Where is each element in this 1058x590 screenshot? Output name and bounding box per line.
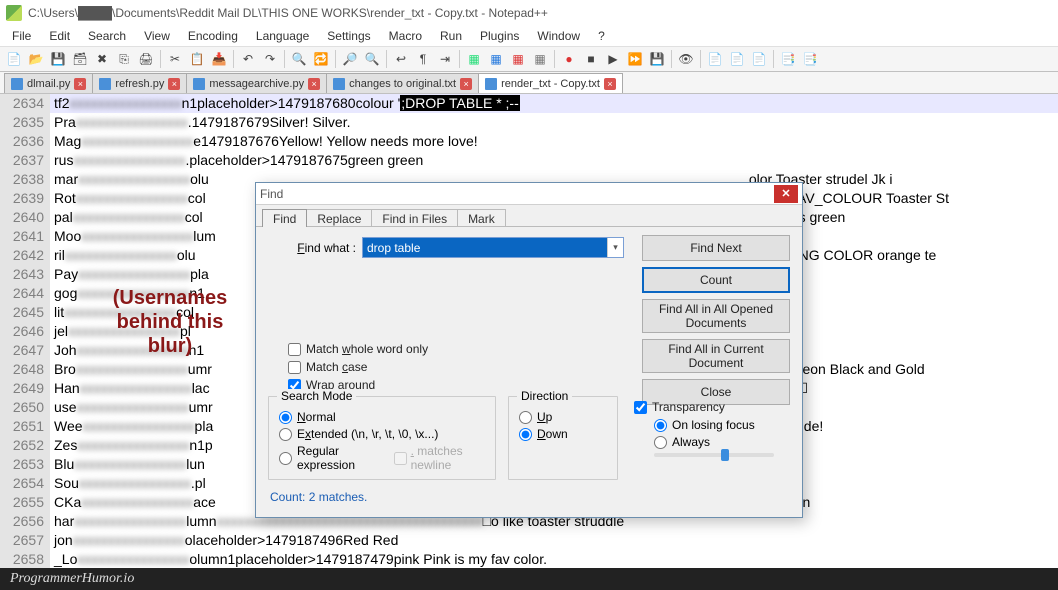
- find-dialog-title: Find ✕: [256, 183, 802, 205]
- matches-newline-checkbox: . matches newline: [394, 444, 485, 472]
- print-icon[interactable]: 🖨: [136, 49, 156, 69]
- file-icon: [485, 78, 497, 90]
- menu-language[interactable]: Language: [248, 27, 317, 45]
- open-icon[interactable]: 📂: [26, 49, 46, 69]
- find-tabs: FindReplaceFind in FilesMark: [256, 205, 802, 227]
- file-icon: [193, 78, 205, 90]
- find-next-button[interactable]: Find Next: [642, 235, 790, 261]
- undo-icon[interactable]: ↶: [238, 49, 258, 69]
- mode-normal-radio[interactable]: Normal: [279, 410, 485, 424]
- find-icon[interactable]: 🔍: [289, 49, 309, 69]
- mode-extended-radio[interactable]: Extended (\n, \r, \t, \0, \x...): [279, 427, 485, 441]
- chevron-down-icon[interactable]: ▾: [607, 238, 623, 257]
- file-tab[interactable]: messagearchive.py×: [186, 73, 327, 93]
- redo-icon[interactable]: ↷: [260, 49, 280, 69]
- macro-save-icon[interactable]: 💾: [647, 49, 667, 69]
- menu-macro[interactable]: Macro: [381, 27, 430, 45]
- trans-always-radio[interactable]: Always: [654, 435, 782, 449]
- direction-up-radio[interactable]: Up: [519, 410, 607, 424]
- menu-encoding[interactable]: Encoding: [180, 27, 246, 45]
- indent1-icon[interactable]: ▦: [464, 49, 484, 69]
- transparency-group: Transparency On losing focus Always: [628, 396, 788, 480]
- zoomin-icon[interactable]: 🔎: [340, 49, 360, 69]
- close-icon[interactable]: ×: [168, 78, 180, 90]
- save-icon[interactable]: 💾: [48, 49, 68, 69]
- macro-rec-icon[interactable]: ●: [559, 49, 579, 69]
- find-tab-find-in-files[interactable]: Find in Files: [371, 209, 458, 227]
- close-icon[interactable]: ×: [74, 78, 86, 90]
- doc1-icon[interactable]: 📄: [705, 49, 725, 69]
- watermark: ProgrammerHumor.io: [0, 568, 1058, 590]
- find-tab-mark[interactable]: Mark: [457, 209, 506, 227]
- menubar: FileEditSearchViewEncodingLanguageSettin…: [0, 26, 1058, 46]
- doc5-icon[interactable]: 📑: [800, 49, 820, 69]
- toolbar: 📄 📂 💾 🗃 ✖ ⎘ 🖨 ✂ 📋 📥 ↶ ↷ 🔍 🔁 🔎 🔍 ↩ ¶ ⇥ ▦ …: [0, 46, 1058, 72]
- menu-edit[interactable]: Edit: [41, 27, 78, 45]
- find-what-input[interactable]: drop table ▾: [362, 237, 624, 258]
- cut-icon[interactable]: ✂: [165, 49, 185, 69]
- macro-stop-icon[interactable]: ■: [581, 49, 601, 69]
- menu-window[interactable]: Window: [529, 27, 588, 45]
- doc2-icon[interactable]: 📄: [727, 49, 747, 69]
- line-number-gutter: 2634263526362637263826392640264126422643…: [0, 94, 50, 574]
- zoomout-icon[interactable]: 🔍: [362, 49, 382, 69]
- menu-view[interactable]: View: [136, 27, 178, 45]
- find-dialog: Find ✕ FindReplaceFind in FilesMark Find…: [255, 182, 803, 518]
- menu-plugins[interactable]: Plugins: [472, 27, 527, 45]
- file-tab[interactable]: dlmail.py×: [4, 73, 93, 93]
- macro-play-icon[interactable]: ▶: [603, 49, 623, 69]
- close-icon[interactable]: ✕: [774, 185, 798, 203]
- file-tab[interactable]: refresh.py×: [92, 73, 187, 93]
- paste-icon[interactable]: 📥: [209, 49, 229, 69]
- find-status: Count: 2 matches.: [270, 490, 367, 504]
- transparency-slider[interactable]: [654, 453, 774, 457]
- copy-icon[interactable]: 📋: [187, 49, 207, 69]
- trans-onlosing-radio[interactable]: On losing focus: [654, 418, 782, 432]
- blur-annotation: (Usernames behind this blur): [90, 286, 250, 358]
- close-icon[interactable]: ×: [604, 78, 616, 90]
- close-icon[interactable]: ×: [308, 78, 320, 90]
- titlebar: C:\Users\████\Documents\Reddit Mail DL\T…: [0, 0, 1058, 26]
- allchars-icon[interactable]: ¶: [413, 49, 433, 69]
- doc3-icon[interactable]: 📄: [749, 49, 769, 69]
- file-icon: [333, 78, 345, 90]
- transparency-checkbox[interactable]: Transparency: [634, 400, 782, 414]
- menu-file[interactable]: File: [4, 27, 39, 45]
- direction-down-radio[interactable]: Down: [519, 427, 607, 441]
- count-button[interactable]: Count: [642, 267, 790, 293]
- menu-run[interactable]: Run: [432, 27, 470, 45]
- find-all-current-button[interactable]: Find All in Current Document: [642, 339, 790, 373]
- wordwrap-icon[interactable]: ↩: [391, 49, 411, 69]
- file-tab[interactable]: changes to original.txt×: [326, 73, 479, 93]
- indent2-icon[interactable]: ▦: [486, 49, 506, 69]
- file-icon: [11, 78, 23, 90]
- macro-rep-icon[interactable]: ⏩: [625, 49, 645, 69]
- find-tab-find[interactable]: Find: [262, 209, 307, 227]
- app-icon: [6, 5, 22, 21]
- direction-group: Direction Up Down: [508, 396, 618, 480]
- close-icon[interactable]: ✖: [92, 49, 112, 69]
- menu-?[interactable]: ?: [590, 27, 613, 45]
- eye-icon[interactable]: 👁: [676, 49, 696, 69]
- close-icon[interactable]: ×: [460, 78, 472, 90]
- find-all-opened-button[interactable]: Find All in All Opened Documents: [642, 299, 790, 333]
- window-title: C:\Users\████\Documents\Reddit Mail DL\T…: [28, 6, 548, 20]
- closeall-icon[interactable]: ⎘: [114, 49, 134, 69]
- new-icon[interactable]: 📄: [4, 49, 24, 69]
- indent4-icon[interactable]: ▦: [530, 49, 550, 69]
- file-tabbar: dlmail.py×refresh.py×messagearchive.py×c…: [0, 72, 1058, 94]
- find-tab-replace[interactable]: Replace: [306, 209, 372, 227]
- search-mode-group: Search Mode Normal Extended (\n, \r, \t,…: [268, 396, 496, 480]
- mode-regex-radio[interactable]: Regular expression . matches newline: [279, 444, 485, 472]
- file-tab[interactable]: render_txt - Copy.txt×: [478, 73, 623, 93]
- menu-settings[interactable]: Settings: [319, 27, 378, 45]
- file-icon: [99, 78, 111, 90]
- menu-search[interactable]: Search: [80, 27, 134, 45]
- saveall-icon[interactable]: 🗃: [70, 49, 90, 69]
- find-what-label: Find what :: [268, 241, 356, 255]
- indent3-icon[interactable]: ▦: [508, 49, 528, 69]
- doc4-icon[interactable]: 📑: [778, 49, 798, 69]
- indent-icon[interactable]: ⇥: [435, 49, 455, 69]
- replace-icon[interactable]: 🔁: [311, 49, 331, 69]
